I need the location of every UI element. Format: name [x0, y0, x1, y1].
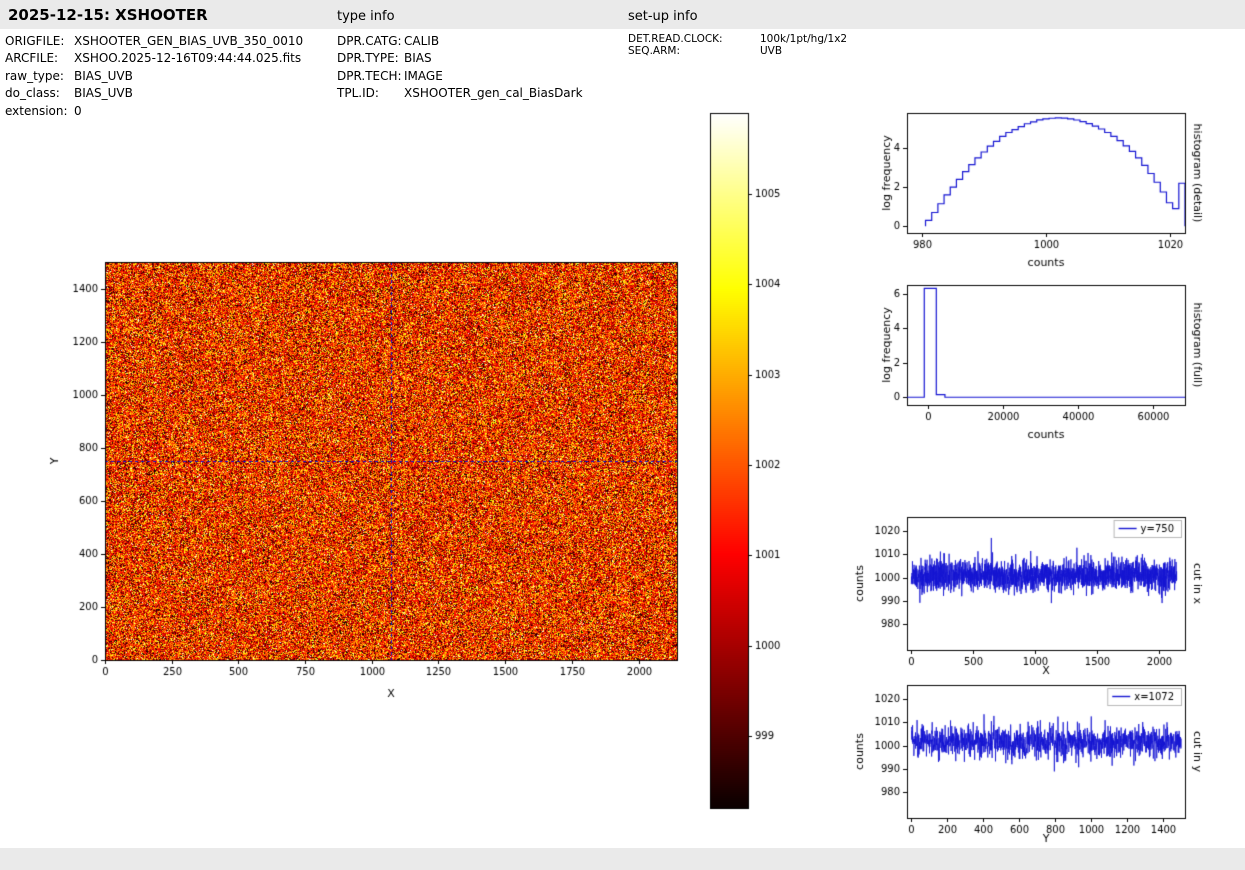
histogram-detail-plot: [845, 100, 1245, 280]
qc-report-page: 2025-12-15: XSHOOTER type info set-up in…: [0, 0, 1245, 870]
meta-label: DET.READ.CLOCK:: [628, 33, 723, 45]
meta-row-tplid: TPL.ID: XSHOOTER_gen_cal_BiasDark: [337, 85, 583, 102]
footer-bar: powered by QC: www.eso.org/HC created by…: [0, 848, 1245, 870]
meta-value: UVB: [760, 44, 783, 57]
setup-info-block: DET.READ.CLOCK: 100k/1pt/hg/1x2 SEQ.ARM: U…: [628, 33, 848, 58]
meta-value: CALIB: [404, 34, 440, 48]
meta-label: DPR.TECH:: [337, 68, 402, 83]
histogram-full-plot: [845, 272, 1245, 452]
meta-label: TPL.ID:: [337, 86, 379, 101]
meta-value: BIAS_UVB: [74, 86, 133, 101]
meta-value: 100k/1pt/hg/1x2: [760, 33, 848, 45]
meta-row-rawtype: raw_type: BIAS_UVB: [5, 68, 303, 85]
page-title: 2025-12-15: XSHOOTER: [8, 6, 208, 24]
meta-label: ORIGFILE:: [5, 34, 65, 48]
meta-row-dprcatg: DPR.CATG: CALIB: [337, 33, 583, 50]
meta-value: IMAGE: [404, 68, 443, 83]
meta-label: ARCFILE:: [5, 51, 59, 66]
type-info-block: DPR.CATG: CALIB DPR.TYPE: BIAS DPR.TECH: IM…: [337, 33, 583, 103]
setup-info-heading: set-up info: [628, 9, 698, 24]
cut-in-y-plot: [845, 673, 1245, 853]
meta-row-arcfile: ARCFILE: XSHOO.2025-12-16T09:44:44.025.fi…: [5, 50, 303, 67]
type-info-heading: type info: [337, 9, 395, 24]
meta-label: raw_type:: [5, 68, 64, 83]
bias-image-plot: [20, 240, 692, 710]
colorbar: [700, 105, 800, 820]
meta-label: extension:: [5, 103, 68, 118]
meta-value: XSHOO.2025-12-16T09:44:44.025.fits: [74, 51, 302, 66]
meta-label: do_class:: [5, 86, 60, 101]
meta-value: BIAS: [404, 51, 432, 66]
cut-in-x-plot: [845, 505, 1245, 685]
meta-label: DPR.CATG:: [337, 34, 402, 48]
meta-label: SEQ.ARM:: [628, 44, 680, 57]
meta-row-seqarm: SEQ.ARM: UVB: [628, 44, 847, 58]
meta-row-extension: extension: 0: [5, 103, 303, 120]
meta-row-doclass: do_class: BIAS_UVB: [5, 85, 303, 102]
meta-row-dprtype: DPR.TYPE: BIAS: [337, 50, 583, 67]
meta-label: DPR.TYPE:: [337, 51, 399, 66]
file-info-block: ORIGFILE: XSHOOTER_GEN_BIAS_UVB_350_0010 …: [5, 33, 303, 120]
meta-value: XSHOOTER_gen_cal_BiasDark: [404, 86, 583, 101]
meta-row-readclock: DET.READ.CLOCK: 100k/1pt/hg/1x2: [628, 33, 848, 46]
meta-value: 0: [74, 103, 82, 118]
meta-value: XSHOOTER_GEN_BIAS_UVB_350_0010: [74, 34, 304, 48]
meta-row-origfile: ORIGFILE: XSHOOTER_GEN_BIAS_UVB_350_0010: [5, 33, 303, 50]
header-bar: 2025-12-15: XSHOOTER type info set-up in…: [0, 0, 1245, 29]
meta-row-dprtech: DPR.TECH: IMAGE: [337, 68, 583, 85]
meta-value: BIAS_UVB: [74, 68, 133, 83]
